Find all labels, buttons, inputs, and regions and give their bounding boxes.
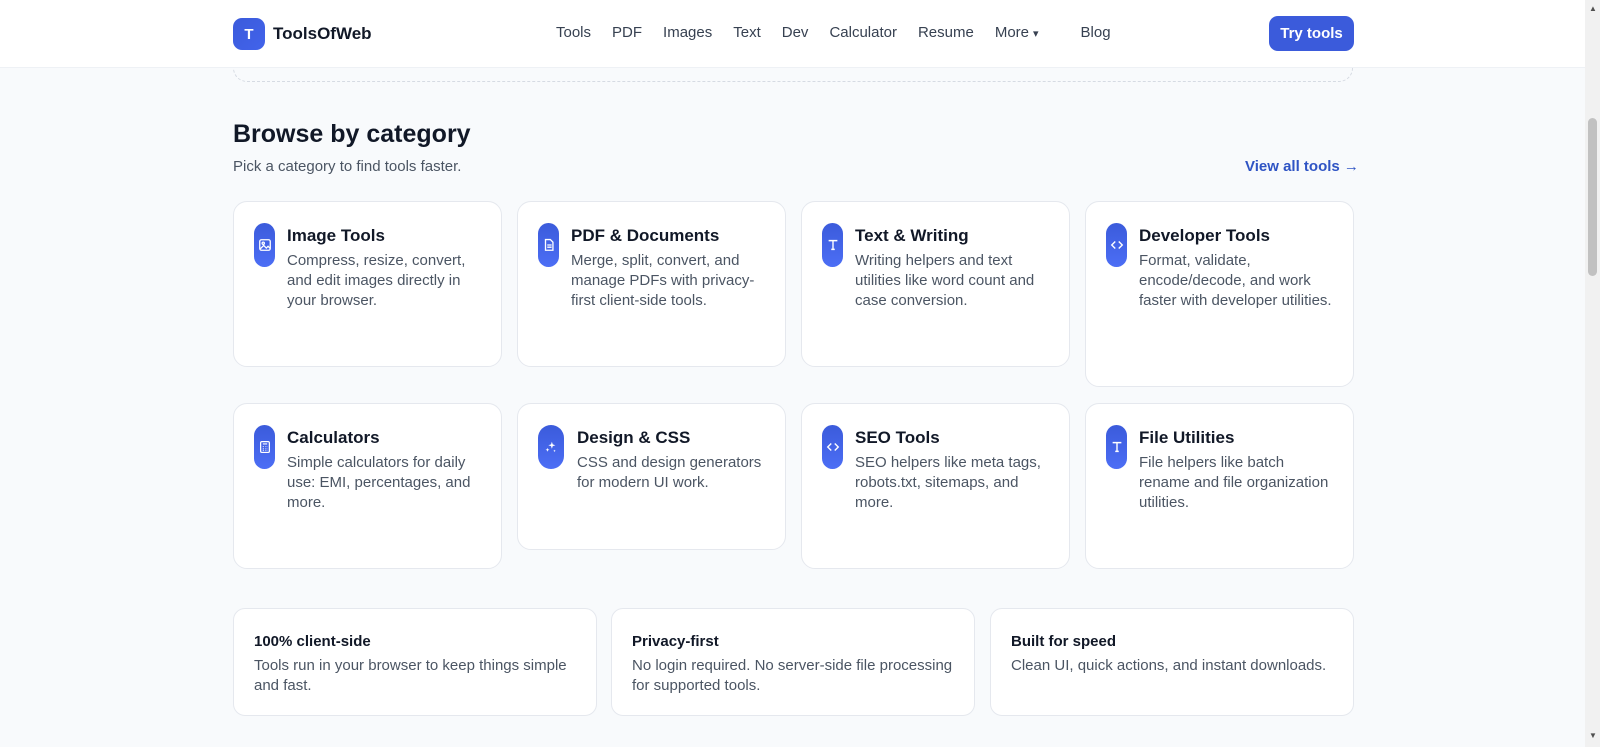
view-all-tools-link[interactable]: View all tools → [1245,158,1359,175]
nav-more-dropdown[interactable]: More ▾ [995,24,1060,41]
category-title: SEO Tools [855,428,940,447]
category-description: File helpers like batch rename and file … [1139,454,1329,511]
category-title: Image Tools [287,226,385,245]
category-card-design-css[interactable]: Design & CSS CSS and design generators f… [517,403,786,550]
category-description: SEO helpers like meta tags, robots.txt, … [855,454,1041,511]
nav-link-images[interactable]: Images [663,24,712,41]
nav-link-pdf[interactable]: PDF [612,24,642,41]
category-card-text-writing[interactable]: Text & Writing Writing helpers and text … [801,201,1070,367]
nav-link-calculator[interactable]: Calculator [829,24,897,41]
category-description: Writing helpers and text utilities like … [855,252,1035,309]
nav-link-text[interactable]: Text [733,24,761,41]
scrollbar-thumb[interactable] [1588,118,1597,276]
feature-title: Built for speed [1011,633,1117,650]
category-title: File Utilities [1139,428,1235,447]
scroll-down-arrow-icon[interactable]: ▼ [1589,731,1597,740]
section-subtitle: Pick a category to find tools faster. [233,158,462,175]
feature-description: Clean UI, quick actions, and instant dow… [1011,657,1327,674]
category-title: Calculators [287,428,380,447]
category-description: Merge, split, convert, and manage PDFs w… [571,252,755,309]
category-description: Format, validate, encode/decode, and wor… [1139,252,1332,309]
category-description: Simple calculators for daily use: EMI, p… [287,454,471,511]
nav-link-dev[interactable]: Dev [782,24,809,41]
category-description: CSS and design generators for modern UI … [577,454,762,491]
category-card-seo-tools[interactable]: SEO Tools SEO helpers like meta tags, ro… [801,403,1070,569]
category-description: Compress, resize, convert, and edit imag… [287,252,466,309]
nav-link-blog[interactable]: Blog [1081,24,1111,41]
feature-description: No login required. No server-side file p… [632,657,953,694]
sparkle-icon [538,425,564,469]
category-card-calculators[interactable]: Calculators Simple calculators for daily… [233,403,502,569]
image-icon [254,223,275,267]
feature-title: 100% client-side [254,633,371,650]
category-title: Design & CSS [577,428,691,447]
category-title: PDF & Documents [571,226,720,245]
category-card-image-tools[interactable]: Image Tools Compress, resize, convert, a… [233,201,502,367]
brand-logo-mark: T [233,18,265,50]
code-icon [1106,223,1127,267]
feature-description: Tools run in your browser to keep things… [254,657,567,694]
vertical-scrollbar[interactable]: ▲ ▼ [1585,0,1600,747]
category-card-developer-tools[interactable]: Developer Tools Format, validate, encode… [1085,201,1354,387]
feature-card-privacy-first: Privacy-first No login required. No serv… [611,608,975,716]
calculator-icon [254,425,275,469]
category-card-file-utilities[interactable]: File Utilities File helpers like batch r… [1085,403,1354,569]
document-icon [538,223,559,267]
chevron-down-icon: ▾ [1033,28,1039,40]
text-icon [822,223,843,267]
nav-link-resume[interactable]: Resume [918,24,974,41]
nav-more-label: More [994,24,1030,41]
section-title: Browse by category [233,120,471,148]
category-title: Text & Writing [855,226,969,245]
try-tools-button[interactable]: Try tools [1269,16,1354,51]
category-title: Developer Tools [1139,226,1270,245]
main-nav: Tools PDF Images Text Dev Calculator Res… [556,24,1132,41]
nav-link-tools[interactable]: Tools [556,24,591,41]
top-navigation-bar: T ToolsOfWeb Tools PDF Images Text Dev C… [0,0,1585,68]
code-icon [822,425,843,469]
brand-name: ToolsOfWeb [273,24,372,43]
feature-title: Privacy-first [632,633,719,650]
feature-card-client-side: 100% client-side Tools run in your brows… [233,608,597,716]
brand-logo-link[interactable]: T ToolsOfWeb [233,18,372,50]
text-icon [1106,425,1127,469]
feature-card-built-for-speed: Built for speed Clean UI, quick actions,… [990,608,1354,716]
category-card-pdf-documents[interactable]: PDF & Documents Merge, split, convert, a… [517,201,786,367]
scroll-up-arrow-icon[interactable]: ▲ [1589,4,1597,13]
